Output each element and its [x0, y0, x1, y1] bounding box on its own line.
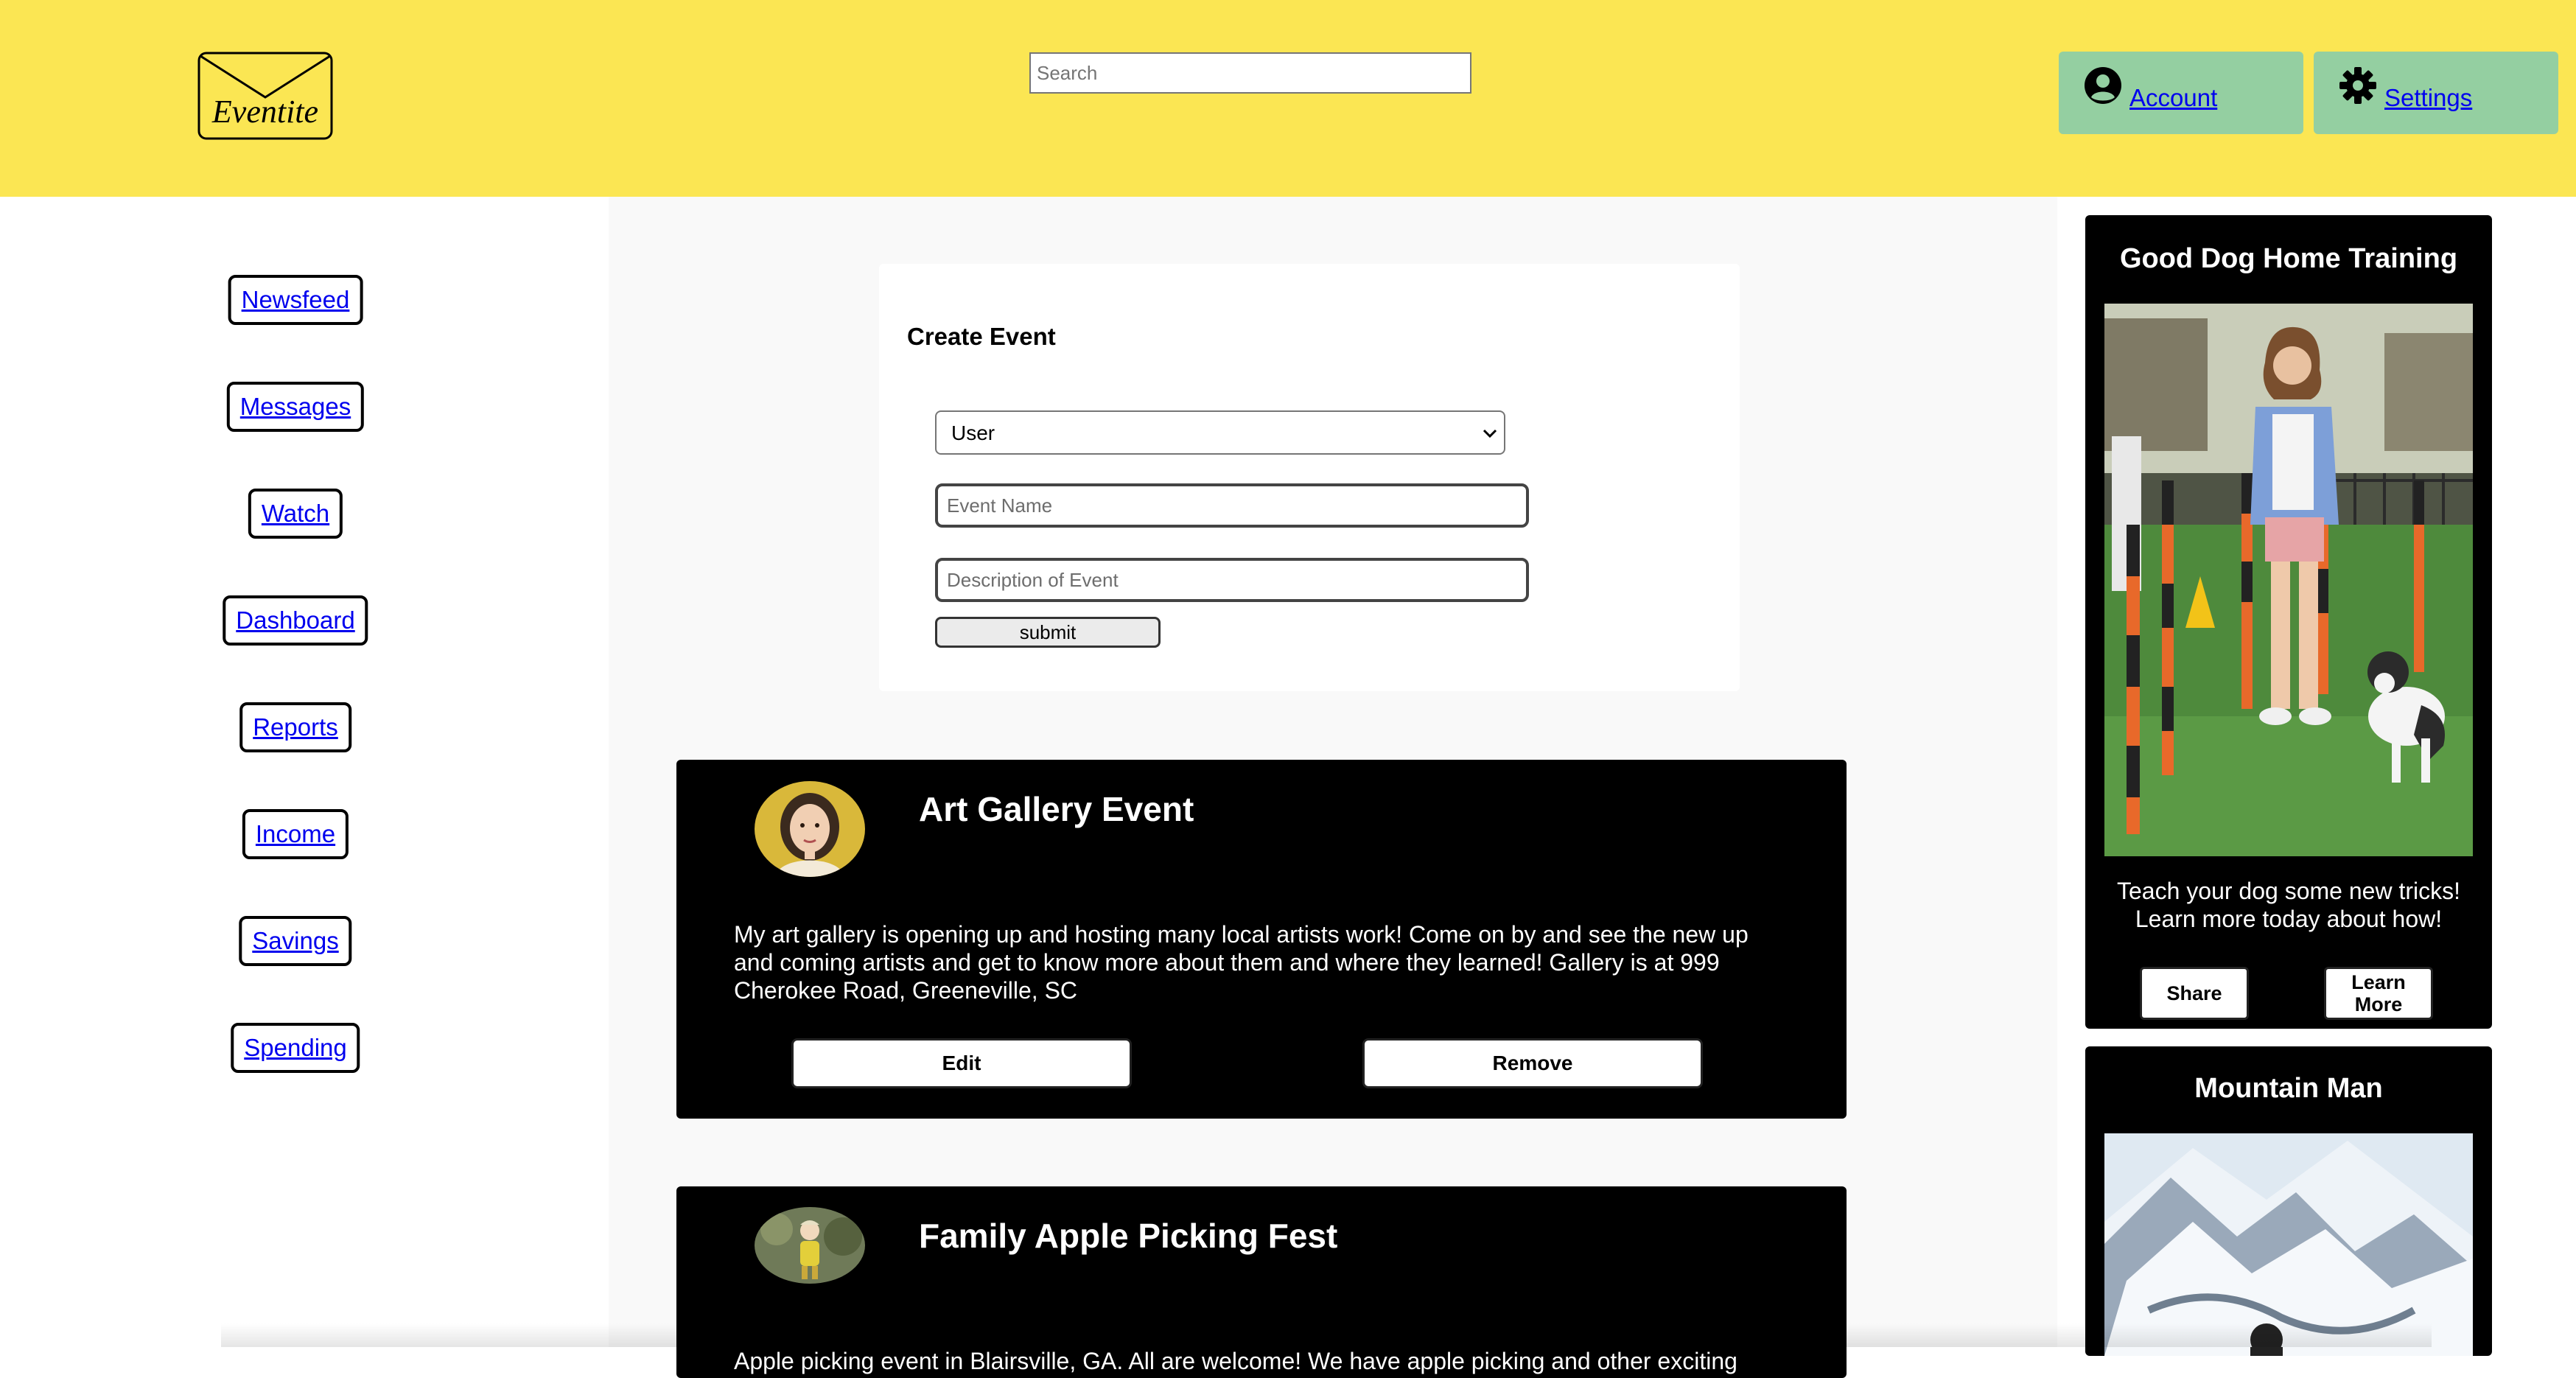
- event-card-apple-picking: Family Apple Picking Fest Apple picking …: [676, 1186, 1847, 1378]
- user-circle-icon: [2085, 67, 2121, 104]
- ad-title: Mountain Man: [2194, 1073, 2383, 1104]
- settings-button[interactable]: Settings: [2314, 52, 2558, 134]
- settings-link[interactable]: Settings: [2384, 84, 2472, 112]
- remove-button[interactable]: Remove: [1362, 1038, 1703, 1088]
- sidebar: Newsfeed Messages Watch Dashboard Report…: [0, 197, 609, 1347]
- eventite-logo[interactable]: Eventite: [197, 52, 333, 140]
- ad-card-mountain-man: Mountain Man: [2085, 1046, 2492, 1356]
- sidebar-item-watch[interactable]: Watch: [248, 489, 343, 539]
- sidebar-item-income[interactable]: Income: [242, 809, 349, 860]
- account-button[interactable]: Account: [2059, 52, 2303, 134]
- ad-card-dog-training: Good Dog Home Training Teach your dog so…: [2085, 215, 2492, 1029]
- chevron-down-icon: [1483, 429, 1497, 438]
- gear-icon: [2339, 67, 2376, 104]
- create-event-card: Create Event User submit: [879, 264, 1740, 691]
- top-header: Eventite Account Setting: [0, 0, 2576, 197]
- sidebar-item-savings[interactable]: Savings: [239, 916, 352, 967]
- submit-button[interactable]: submit: [935, 617, 1161, 648]
- sidebar-item-dashboard[interactable]: Dashboard: [223, 595, 368, 646]
- sidebar-item-spending[interactable]: Spending: [231, 1023, 360, 1074]
- event-description: My art gallery is opening up and hosting…: [734, 921, 1749, 1004]
- event-card-art-gallery: Art Gallery Event My art gallery is open…: [676, 760, 1847, 1119]
- event-title: Art Gallery Event: [919, 790, 1194, 828]
- sidebar-item-newsfeed[interactable]: Newsfeed: [228, 275, 363, 326]
- event-description-input[interactable]: [935, 558, 1529, 602]
- ad-text: Teach your dog some new tricks! Learn mo…: [2117, 878, 2460, 932]
- edit-button[interactable]: Edit: [791, 1038, 1132, 1088]
- sidebar-item-reports[interactable]: Reports: [239, 702, 351, 753]
- logo-text: Eventite: [211, 94, 318, 130]
- share-button[interactable]: Share: [2140, 967, 2249, 1020]
- ad-image: [2104, 1133, 2473, 1356]
- avatar: [755, 781, 865, 877]
- event-name-input[interactable]: [935, 483, 1529, 528]
- envelope-logo-icon: Eventite: [197, 52, 333, 140]
- event-description: Apple picking event in Blairsville, GA. …: [734, 1348, 1737, 1374]
- learn-more-button[interactable]: Learn More: [2324, 967, 2433, 1020]
- user-select-value: User: [951, 422, 995, 444]
- avatar: [755, 1207, 865, 1284]
- account-link[interactable]: Account: [2129, 84, 2217, 112]
- ad-title: Good Dog Home Training: [2119, 243, 2458, 274]
- user-select[interactable]: User: [935, 410, 1505, 455]
- search-input[interactable]: [1029, 52, 1471, 94]
- main-content: Create Event User submit Art Gallery: [609, 197, 2057, 1378]
- create-event-title: Create Event: [907, 323, 1056, 350]
- ad-image: [2104, 304, 2473, 856]
- event-title: Family Apple Picking Fest: [919, 1217, 1338, 1255]
- sidebar-item-messages[interactable]: Messages: [226, 382, 365, 433]
